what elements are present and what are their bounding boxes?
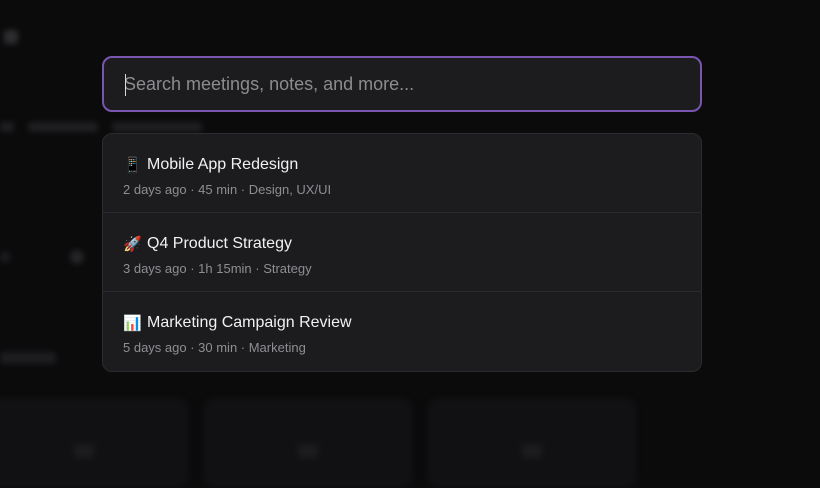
result-item-q4-product-strategy[interactable]: 🚀 Q4 Product Strategy 3 days ago · 1h 15…	[103, 213, 701, 292]
bar-chart-icon: 📊	[123, 314, 141, 332]
result-meta: 5 days ago · 30 min · Marketing	[123, 340, 681, 355]
section-label	[0, 352, 56, 364]
page-meta	[0, 122, 202, 132]
search-box[interactable]	[102, 56, 702, 112]
card	[0, 398, 188, 488]
card-row	[0, 398, 636, 488]
tab-bar	[0, 250, 84, 264]
result-item-mobile-app-redesign[interactable]: 📱 Mobile App Redesign 2 days ago · 45 mi…	[103, 134, 701, 213]
result-title: Marketing Campaign Review	[147, 314, 352, 332]
result-title: Q4 Product Strategy	[147, 235, 292, 253]
card	[204, 398, 412, 488]
breadcrumb	[4, 30, 18, 44]
rocket-icon: 🚀	[123, 235, 141, 253]
search-input[interactable]	[124, 74, 680, 95]
result-item-marketing-campaign-review[interactable]: 📊 Marketing Campaign Review 5 days ago ·…	[103, 292, 701, 371]
folder-icon	[4, 30, 18, 44]
text-caret	[125, 74, 126, 96]
search-results: 📱 Mobile App Redesign 2 days ago · 45 mi…	[102, 133, 702, 372]
phone-icon: 📱	[123, 156, 141, 174]
result-title: Mobile App Redesign	[147, 156, 298, 174]
card	[428, 398, 636, 488]
result-meta: 2 days ago · 45 min · Design, UX/UI	[123, 182, 681, 197]
result-meta: 3 days ago · 1h 15min · Strategy	[123, 261, 681, 276]
tab-icon	[70, 250, 84, 264]
